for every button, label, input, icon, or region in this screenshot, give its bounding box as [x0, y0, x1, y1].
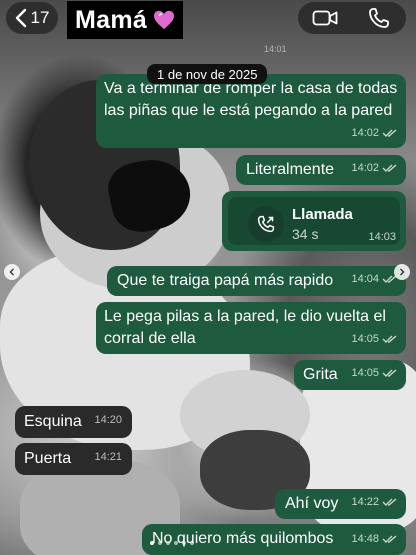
message-bubble[interactable]: Que te traiga papá más rapido 14:04: [107, 266, 406, 296]
message-bubble-incoming[interactable]: Esquina 14:20: [15, 406, 132, 438]
unread-count: 17: [30, 8, 50, 27]
message-bubble[interactable]: Literalmente 14:02: [236, 155, 406, 185]
message-text: Que te traiga papá más rapido: [117, 272, 334, 289]
message-meta: 14:02: [351, 122, 398, 144]
message-meta: 14:02: [351, 157, 398, 179]
message-text: Literalmente: [246, 161, 335, 178]
contact-name: Mamá: [75, 5, 148, 34]
message-meta: 14:20: [94, 409, 122, 431]
message-text: Grita: [303, 366, 338, 383]
message-time: 14:04: [351, 273, 379, 285]
message-text: Ahí voy: [285, 495, 339, 512]
read-ticks-icon: [382, 129, 397, 137]
message-time: 14:02: [351, 127, 379, 139]
message-time: 14:05: [351, 367, 379, 379]
message-meta: 14:03: [368, 226, 396, 248]
chevron-left-icon: [9, 268, 14, 276]
sticky-time-ghost: 14:01: [264, 44, 287, 54]
message-time: 14:48: [351, 533, 379, 545]
read-ticks-icon: [382, 498, 397, 506]
read-ticks-icon: [382, 335, 397, 343]
video-camera-icon[interactable]: [312, 7, 338, 29]
previous-image-button[interactable]: [4, 264, 20, 280]
message-time: 14:20: [94, 414, 122, 426]
carousel-dot[interactable]: [166, 541, 170, 545]
message-time: 14:22: [351, 496, 379, 508]
contact-title[interactable]: Mamá: [67, 1, 184, 39]
back-button[interactable]: 17: [6, 2, 58, 34]
message-bubble-incoming[interactable]: Puerta 14:21: [15, 443, 132, 475]
carousel-dot[interactable]: [182, 541, 186, 545]
carousel-dot[interactable]: [174, 541, 178, 545]
message-bubble[interactable]: Va a terminar de romper la casa de todas…: [96, 74, 406, 148]
message-text: Esquina: [24, 413, 82, 430]
carousel-dots: [150, 541, 194, 545]
purple-heart-icon: [154, 10, 175, 30]
message-meta: 14:05: [351, 362, 398, 384]
outgoing-call-icon: [257, 215, 275, 233]
read-ticks-icon: [382, 535, 397, 543]
message-time: 14:21: [94, 451, 122, 463]
call-icon-circle: [248, 206, 284, 242]
phone-icon[interactable]: [366, 7, 392, 29]
message-text: Le pega pilas a la pared, le dio vuelta …: [104, 308, 386, 347]
message-meta: 14:05: [351, 328, 398, 350]
chevron-right-icon: [400, 268, 405, 276]
message-bubble[interactable]: Ahí voy 14:22: [275, 489, 406, 519]
message-time: 14:03: [368, 231, 396, 243]
message-time: 14:05: [351, 333, 379, 345]
chat-header: 17 Mamá: [0, 0, 416, 40]
message-meta: 14:22: [351, 491, 398, 513]
message-meta: 14:48: [351, 528, 398, 550]
message-time: 14:02: [351, 162, 379, 174]
chevron-left-icon: [15, 8, 26, 28]
message-bubble[interactable]: Le pega pilas a la pared, le dio vuelta …: [96, 302, 406, 354]
message-bubble[interactable]: No quiero más quilombos 14:48: [142, 524, 406, 555]
date-separator: 1 de nov de 2025: [147, 64, 268, 84]
message-bubble[interactable]: Grita 14:05: [294, 360, 406, 390]
call-duration: 34 s: [292, 226, 319, 242]
call-bubble[interactable]: Llamada 34 s 14:03: [222, 191, 406, 251]
next-image-button[interactable]: [394, 264, 410, 280]
message-meta: 14:21: [94, 446, 122, 468]
carousel-dot[interactable]: [150, 541, 154, 545]
message-text: Va a terminar de romper la casa de todas…: [104, 80, 398, 119]
read-ticks-icon: [382, 164, 397, 172]
message-meta: 14:04: [351, 268, 398, 290]
carousel-dot[interactable]: [158, 541, 162, 545]
read-ticks-icon: [382, 369, 397, 377]
call-actions: [298, 2, 406, 34]
message-text: Puerta: [24, 450, 72, 467]
carousel-dot[interactable]: [190, 541, 194, 545]
